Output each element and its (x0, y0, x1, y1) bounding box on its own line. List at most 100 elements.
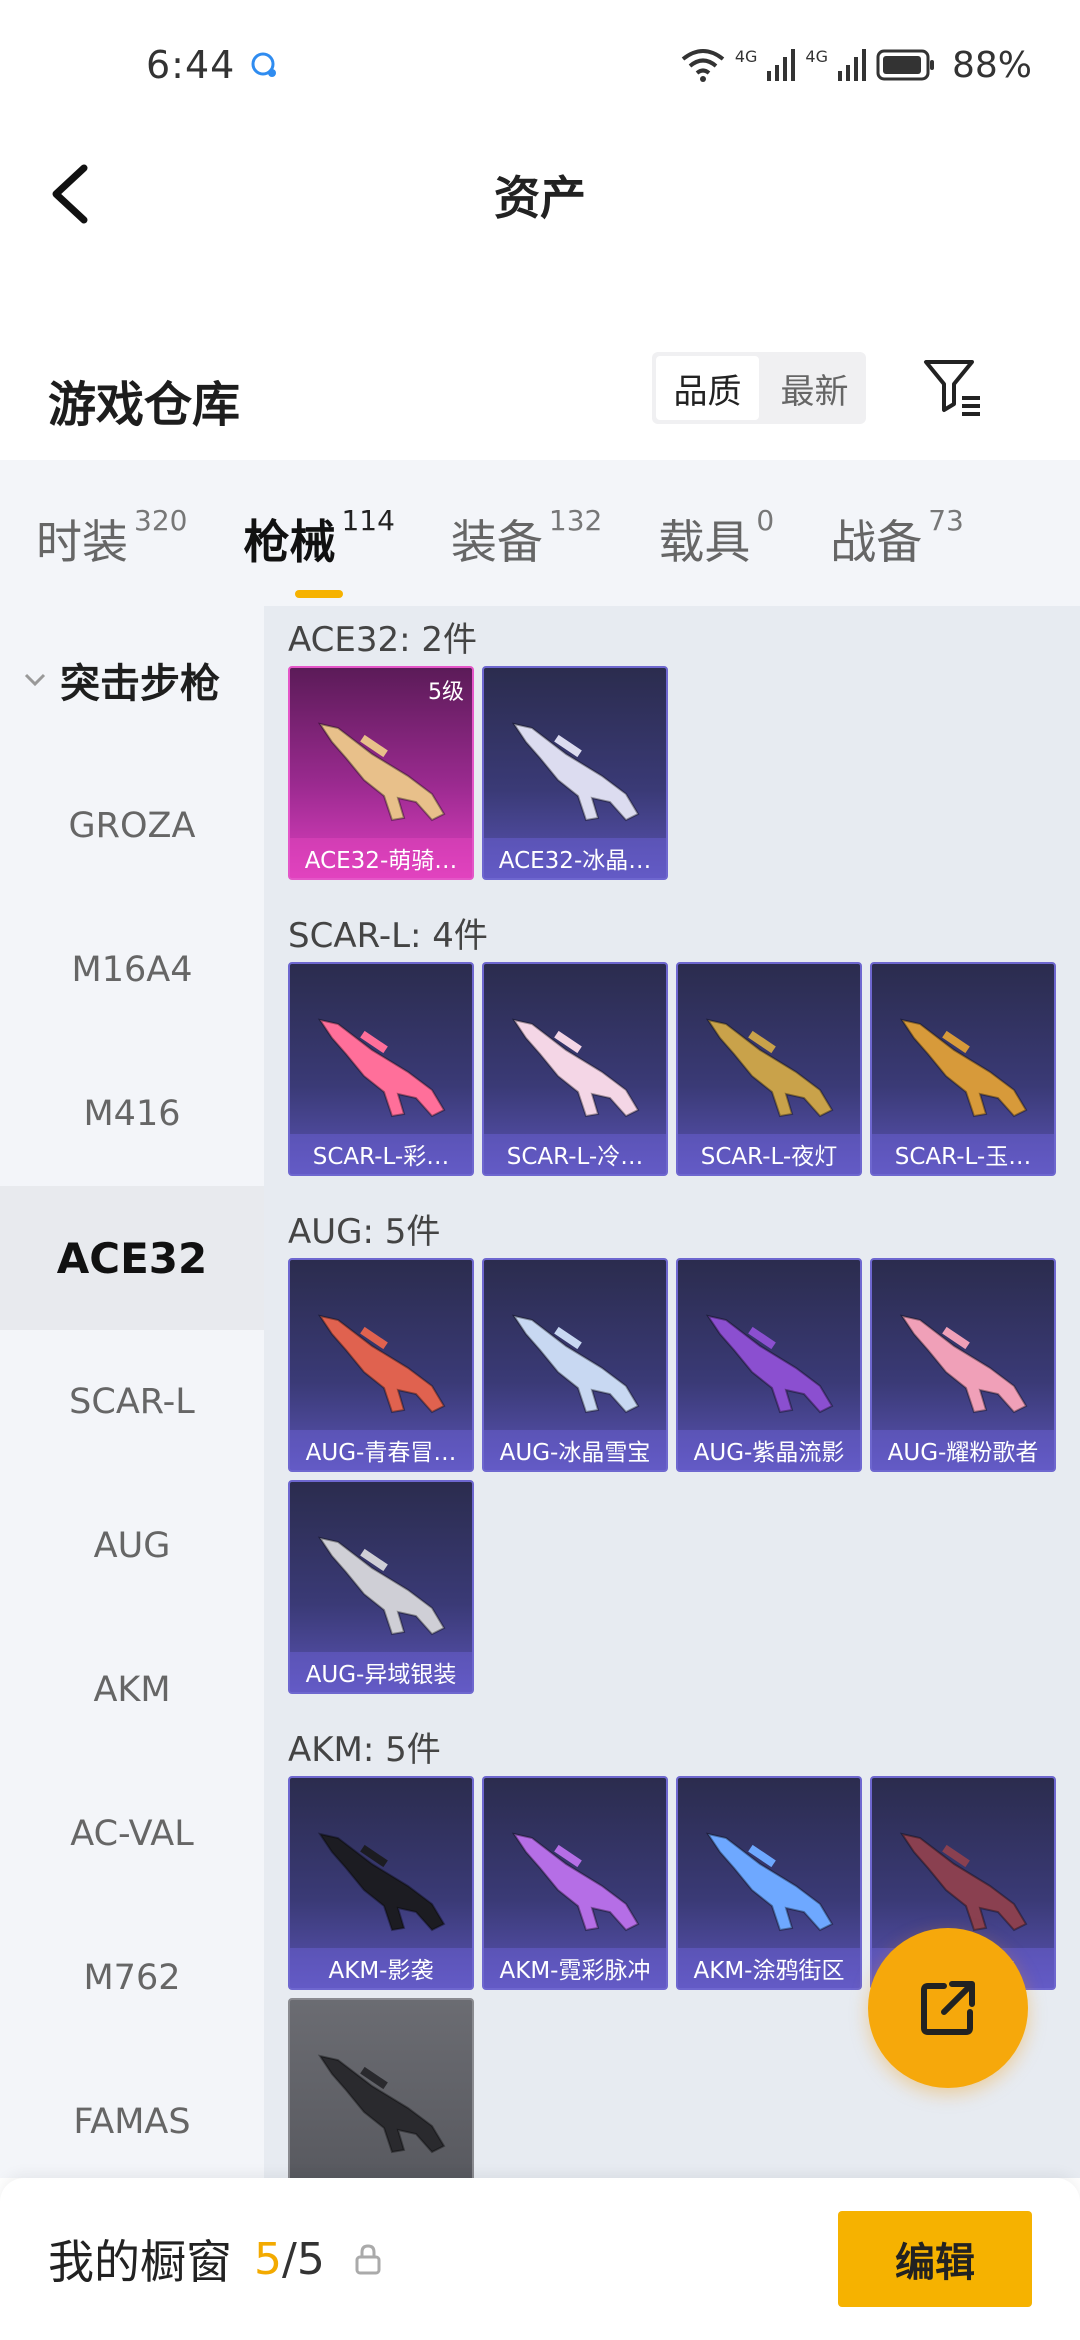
weapon-skin-card[interactable]: AKM-涂鸦街区 (676, 1776, 862, 1990)
sort-option-quality[interactable]: 品质 (656, 356, 759, 420)
rifle-icon (317, 2054, 446, 2154)
sidebar-item-groza[interactable]: GROZA (0, 754, 264, 898)
weapon-card-list: SCAR-L-彩… SCAR-L-冷… SCAR-L-夜灯 SCAR-L-玉… (288, 962, 1080, 1176)
rifle-icon (317, 722, 446, 822)
weapon-group-title: AKM: 5件 (288, 1729, 441, 1770)
tab-weapons[interactable]: 枪械 114 (243, 504, 395, 598)
weapon-group-title: SCAR-L: 4件 (288, 915, 488, 956)
sidebar-group-assault-rifle[interactable]: 突击步枪 (0, 606, 264, 754)
sidebar-group-label: 突击步枪 (60, 661, 220, 707)
status-indicators: 4G 4G 88% (681, 45, 1032, 86)
sort-option-newest[interactable]: 最新 (763, 352, 866, 424)
back-arrow-icon[interactable] (40, 156, 110, 232)
skin-name: AUG-耀粉歌者 (872, 1430, 1054, 1470)
rifle-icon (899, 1314, 1028, 1414)
skin-name: AUG-异域银装 (290, 1652, 472, 1692)
weapon-skin-card[interactable]: AUG-紫晶流影 (676, 1258, 862, 1472)
weapon-skin-card[interactable]: AUG-耀粉歌者 (870, 1258, 1056, 1472)
skin-name: AKM-影袭 (290, 1948, 472, 1988)
skin-name: ACE32-冰晶… (484, 838, 666, 878)
status-bar: 6:44 4G 4G 88% (0, 0, 1080, 130)
tab-equipment[interactable]: 装备 132 (450, 504, 602, 572)
rifle-icon (705, 1018, 834, 1118)
network-label-2: 4G (805, 46, 828, 66)
weapon-skin-card[interactable]: SCAR-L-玉… (870, 962, 1056, 1176)
sidebar-item-ac-val[interactable]: AC-VAL (0, 1762, 264, 1906)
sidebar-item-aug[interactable]: AUG (0, 1474, 264, 1618)
sidebar-item-m16a4[interactable]: M16A4 (0, 898, 264, 1042)
tab-label: 载具 (658, 515, 751, 569)
edit-button[interactable]: 编辑 (838, 2211, 1032, 2307)
rifle-icon (511, 1832, 640, 1932)
sidebar-item-ace32[interactable]: ACE32 (0, 1186, 264, 1330)
battery-icon (876, 49, 934, 81)
weapon-skin-card[interactable]: SCAR-L-彩… (288, 962, 474, 1176)
rifle-icon (705, 1314, 834, 1414)
rifle-icon (899, 1832, 1028, 1932)
tab-label: 战备 (830, 515, 923, 569)
skin-name: AUG-紫晶流影 (678, 1430, 860, 1470)
weapon-group-title: AUG: 5件 (288, 1211, 441, 1252)
skin-name: AUG-青春冒… (290, 1430, 472, 1470)
sidebar-item-famas[interactable]: FAMAS (0, 2050, 264, 2178)
tab-count: 73 (928, 504, 964, 537)
battery-percent: 88% (951, 44, 1032, 86)
weapon-skin-card[interactable] (288, 1998, 474, 2178)
tab-fashion[interactable]: 时装 320 (36, 504, 188, 572)
showcase-count-current: 5 (254, 2233, 282, 2285)
chat-notification-icon (251, 52, 277, 77)
filter-icon[interactable] (920, 354, 986, 420)
showcase-count-separator: / (282, 2233, 297, 2285)
rifle-icon (317, 1832, 446, 1932)
lock-icon (355, 2244, 381, 2275)
weapon-skin-card[interactable]: 5级 ACE32-萌骑… (288, 666, 474, 880)
signal-icon (837, 49, 866, 81)
tab-count: 0 (756, 504, 775, 537)
skin-name: AKM-涂鸦街区 (678, 1948, 860, 1988)
weapon-skin-card[interactable]: AUG-青春冒… (288, 1258, 474, 1472)
weapon-skin-card[interactable]: ACE32-冰晶… (482, 666, 668, 880)
rifle-icon (317, 1314, 446, 1414)
wifi-icon (681, 49, 725, 82)
showcase-count-total: 5 (296, 2233, 325, 2285)
active-tab-indicator (295, 590, 344, 598)
weapon-skin-card[interactable]: AUG-冰晶雪宝 (482, 1258, 668, 1472)
network-label-1: 4G (734, 46, 758, 66)
weapon-skin-card[interactable]: SCAR-L-夜灯 (676, 962, 862, 1176)
nav-bar: 资产 (0, 130, 1080, 260)
tab-label: 时装 (36, 515, 128, 569)
skin-name: AUG-冰晶雪宝 (484, 1430, 666, 1470)
skin-name: SCAR-L-玉… (872, 1134, 1054, 1174)
share-external-icon (921, 1981, 975, 2035)
weapon-skin-card[interactable]: AUG-异域银装 (288, 1480, 474, 1694)
tab-vehicles[interactable]: 载具 0 (658, 504, 775, 572)
signal-icon (767, 49, 796, 81)
sidebar-item-akm[interactable]: AKM (0, 1618, 264, 1762)
weapon-type-sidebar: 突击步枪 GROZA M16A4 M416 ACE32 SCAR-L AUG A… (0, 606, 264, 2178)
rifle-icon (317, 1018, 446, 1118)
weapon-card-list: AUG-青春冒… AUG-冰晶雪宝 AUG-紫晶流影 AUG-耀粉歌者 AUG-异域银装 (288, 1258, 1080, 1694)
sidebar-item-m416[interactable]: M416 (0, 1042, 264, 1186)
sidebar-item-scar-l[interactable]: SCAR-L (0, 1330, 264, 1474)
rifle-icon (511, 1018, 640, 1118)
skin-level-badge: 5级 (428, 680, 464, 705)
weapon-skin-card[interactable]: AKM-霓彩脉冲 (482, 1776, 668, 1990)
weapon-skin-card[interactable]: AKM-影袭 (288, 1776, 474, 1990)
category-tabs: 时装 320 枪械 114 装备 132 载具 0 战备 73 (0, 460, 1080, 606)
skin-name: SCAR-L-彩… (290, 1134, 472, 1174)
tab-count: 320 (134, 504, 188, 537)
skin-name: AKM-霓彩脉冲 (484, 1948, 666, 1988)
tab-label: 装备 (450, 515, 543, 569)
warehouse-header: 游戏仓库 品质 最新 (0, 340, 1080, 460)
rifle-icon (899, 1018, 1028, 1118)
showcase-title: 我的橱窗 (48, 2235, 232, 2289)
rifle-icon (705, 1832, 834, 1932)
chevron-down-icon (24, 673, 46, 687)
status-time: 6:44 (146, 43, 236, 87)
share-fab[interactable] (868, 1928, 1028, 2088)
sidebar-item-m762[interactable]: M762 (0, 1906, 264, 2050)
weapon-skin-card[interactable]: SCAR-L-冷… (482, 962, 668, 1176)
tab-label: 枪械 (243, 515, 336, 569)
warehouse-title: 游戏仓库 (48, 377, 241, 433)
tab-gear[interactable]: 战备 73 (830, 504, 964, 572)
